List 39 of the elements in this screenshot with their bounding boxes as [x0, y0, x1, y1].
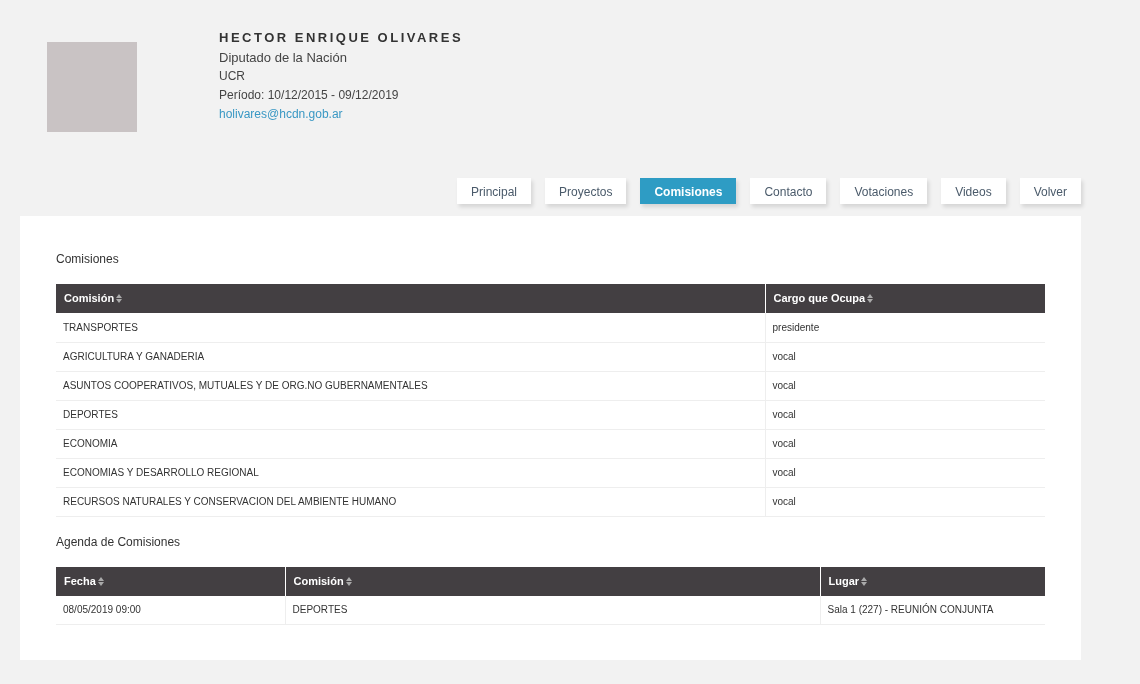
- party-text: UCR: [219, 67, 246, 85]
- sort-icon[interactable]: [867, 294, 874, 304]
- table-cell: presidente: [765, 313, 1045, 342]
- sort-icon[interactable]: [345, 576, 352, 586]
- table-cell: vocal: [765, 429, 1045, 458]
- section-title: Agenda de Comisiones: [56, 533, 182, 551]
- nav-tab[interactable]: Videos: [941, 178, 1006, 204]
- nav-tab[interactable]: Contacto: [750, 178, 827, 204]
- table-cell: ASUNTOS COOPERATIVOS, MUTUALES Y DE ORG.NO GUBERNAMENTALES: [56, 371, 765, 400]
- table-cell: AGRICULTURA Y GANADERIA: [56, 342, 765, 371]
- nav-tab[interactable]: Proyectos: [545, 178, 627, 204]
- table-cell: RECURSOS NATURALES Y CONSERVACION DEL AMBIENTE HUMANO: [56, 487, 765, 516]
- table-cell: ECONOMIA: [56, 429, 765, 458]
- nav-tab[interactable]: Votaciones: [840, 178, 928, 204]
- section-title: Comisiones: [56, 251, 120, 268]
- column-header[interactable]: Fecha: [64, 574, 96, 587]
- person-name: HECTOR ENRIQUE OLIVARES: [219, 29, 464, 47]
- nav-tab[interactable]: Volver: [1019, 178, 1081, 204]
- column-header[interactable]: Cargo que Ocupa: [773, 292, 866, 305]
- sort-icon[interactable]: [116, 294, 123, 304]
- period-text: Período: 10/12/2015 - 09/12/2019: [219, 86, 400, 104]
- sort-icon[interactable]: [861, 576, 868, 586]
- table-cell: vocal: [765, 371, 1045, 400]
- column-header[interactable]: Comisión: [293, 574, 344, 587]
- table-cell: ECONOMIAS Y DESARROLLO REGIONAL: [56, 458, 765, 487]
- column-header[interactable]: Comisión: [64, 292, 115, 305]
- table-cell: vocal: [765, 487, 1045, 516]
- nav-tab[interactable]: Principal: [457, 178, 532, 204]
- table-cell: 08/05/2019 09:00: [56, 595, 285, 625]
- table-cell: TRANSPORTES: [56, 313, 765, 342]
- table-cell: vocal: [765, 458, 1045, 487]
- role-text: Diputado de la Nación: [219, 48, 348, 67]
- sort-icon[interactable]: [97, 576, 104, 586]
- table-cell: DEPORTES: [285, 595, 820, 625]
- table-cell: vocal: [765, 342, 1045, 371]
- table-cell: DEPORTES: [56, 400, 765, 429]
- table-cell: vocal: [765, 400, 1045, 429]
- column-header[interactable]: Lugar: [828, 574, 860, 587]
- table-cell: Sala 1 (227) - REUNIÓN CONJUNTA: [820, 595, 1045, 625]
